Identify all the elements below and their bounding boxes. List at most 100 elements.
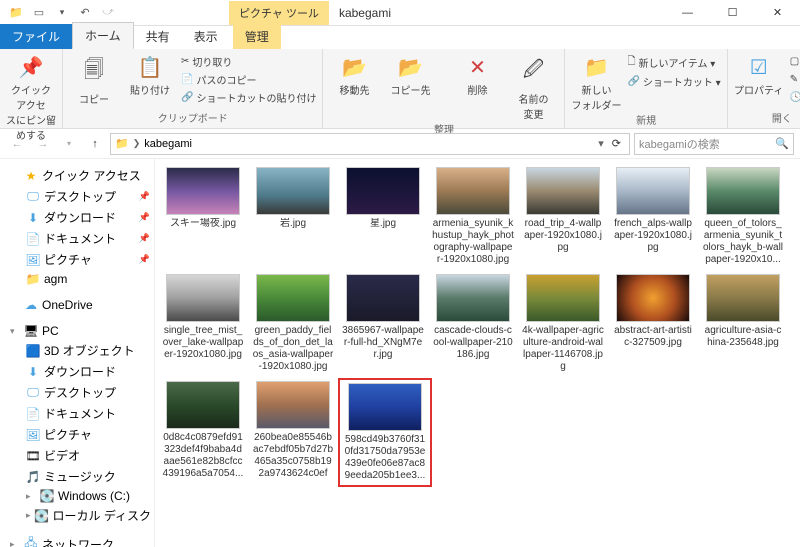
file-thumbnail[interactable]: green_paddy_fields_of_don_det_laos_asia-… [251,274,335,373]
tab-manage[interactable]: 管理 [233,24,281,49]
sidebar-pc-downloads[interactable]: ⬇ダウンロード [0,361,154,382]
main-area: ★クイック アクセス 🖵デスクトップ📌 ⬇ダウンロード📌 📄ドキュメント📌 🖼ピ… [0,159,800,547]
edit-button[interactable]: ✎編集 [790,72,800,87]
refresh-button[interactable]: ⟳ [608,137,625,150]
ribbon-tabs: ファイル ホーム 共有 表示 管理 [0,26,800,49]
sidebar-3d-objects[interactable]: 🟦3D オブジェクト [0,340,154,361]
file-thumbnail[interactable]: 260bea0e85546bac7ebdf05b7d27b465a35c0758… [251,381,335,484]
sidebar-desktop[interactable]: 🖵デスクトップ📌 [0,186,154,207]
back-button[interactable]: ← [6,133,28,155]
sidebar-downloads[interactable]: ⬇ダウンロード📌 [0,207,154,228]
sidebar-pc-videos[interactable]: 🎞ビデオ [0,445,154,466]
sidebar-quick-access[interactable]: ★クイック アクセス [0,165,154,186]
ribbon-group-new: 📁新しい フォルダー 🗋新しいアイテム ▾ 🔗ショートカット ▾ 新規 [565,49,727,128]
file-thumbnail[interactable]: queen_of_tolors_armenia_syunik_tolors_ha… [701,167,785,266]
search-icon: 🔍 [775,137,789,150]
ribbon-group-open: ☑プロパティ ▢開く ▾ ✎編集 🕓履歴 開く [728,49,800,128]
paste-shortcut-button[interactable]: 🔗ショートカットの貼り付け [181,90,316,105]
breadcrumb-folder[interactable]: kabegami [144,138,192,150]
search-placeholder: kabegamiの検索 [639,136,720,152]
sidebar-pc-documents[interactable]: 📄ドキュメント [0,403,154,424]
content-area[interactable]: スキー場夜.jpg岩.jpg 星.jpg armenia_syunik_khustu… [155,159,800,547]
tab-file[interactable]: ファイル [0,24,72,49]
copy-icon: 🗐 [84,55,104,89]
sidebar-pc[interactable]: ▾🖥PC [0,322,154,340]
file-name: green_paddy_fields_of_don_det_laos_asia-… [252,325,334,373]
easy-access-button[interactable]: 🔗ショートカット ▾ [627,74,720,89]
thumbnail-image [616,274,690,322]
thumbnail-image [348,383,422,431]
address-path[interactable]: 📁 ❯ kabegami ▾ ⟳ [110,133,630,155]
sidebar-onedrive[interactable]: ☁OneDrive [0,296,154,314]
sidebar-pc-desktop[interactable]: 🖵デスクトップ [0,382,154,403]
undo-icon[interactable]: ↶ [74,2,96,24]
file-name: 0d8c4c0879efd91323def4f9baba4daae561e82b… [162,432,244,480]
sidebar-drive-e[interactable]: ▸💽ローカル ディスク (E:) [0,505,154,526]
copy-path-button[interactable]: 📄パスのコピー [181,72,316,87]
delete-button[interactable]: ✕削除 [452,51,502,97]
sidebar-drive-c[interactable]: ▸💽Windows (C:) [0,487,154,505]
sidebar-network[interactable]: ▸🖧ネットワーク [0,534,154,547]
forward-button[interactable]: → [32,133,54,155]
file-thumbnail[interactable]: 星.jpg [341,167,425,266]
sidebar-pc-music[interactable]: 🎵ミュージック [0,466,154,487]
file-thumbnail[interactable]: abstract-art-artistic-327509.jpg [611,274,695,373]
file-thumbnail[interactable]: スキー場夜.jpg [161,167,245,266]
pin-icon: 📌 [19,55,44,80]
sidebar-pc-pictures[interactable]: 🖼ピクチャ [0,424,154,445]
file-thumbnail[interactable]: 598cd49b3760f310fd31750da7953e439e0fe06e… [341,381,429,484]
file-thumbnail[interactable]: 3865967-wallpaper-full-hd_XNgM7er.jpg [341,274,425,373]
close-button[interactable]: ✕ [755,0,800,26]
thumbnail-image [166,274,240,322]
qat-dropdown-icon[interactable]: ▾ [51,2,73,24]
file-thumbnail[interactable]: 4k-wallpaper-agriculture-android-wallpap… [521,274,605,373]
file-thumbnail[interactable]: single_tree_mist_over_lake-wallpaper-192… [161,274,245,373]
address-dropdown-icon[interactable]: ▾ [598,137,604,150]
tab-share[interactable]: 共有 [134,24,182,49]
new-folder-button[interactable]: 📁新しい フォルダー [571,51,621,112]
recent-dropdown[interactable]: ▾ [58,133,80,155]
properties-button[interactable]: ☑プロパティ [734,51,784,97]
pic-icon: 🖼 [26,428,40,442]
file-thumbnail[interactable]: cascade-clouds-cool-wallpaper-210186.jpg [431,274,515,373]
window-controls: — ☐ ✕ [665,0,800,26]
thumbnail-image [166,381,240,429]
cut-button[interactable]: ✂切り取り [181,54,316,69]
move-to-button[interactable]: 📂移動先 [329,51,379,97]
contextual-tab-label: ピクチャ ツール [229,1,329,25]
path-icon: 📄 [181,74,193,85]
sidebar-documents[interactable]: 📄ドキュメント📌 [0,228,154,249]
props-icon[interactable]: ▭ [28,2,50,24]
file-thumbnail[interactable]: 岩.jpg [251,167,335,266]
file-name: 星.jpg [342,218,424,230]
rename-button[interactable]: 🖉名前の 変更 [508,51,558,121]
file-thumbnail[interactable]: agriculture-asia-china-235648.jpg [701,274,785,373]
file-thumbnail[interactable]: road_trip_4-wallpaper-1920x1080.jpg [521,167,605,266]
shortcut-icon: 🔗 [181,92,193,103]
copy-to-button[interactable]: 📂コピー先 [385,51,435,97]
sidebar-pictures[interactable]: 🖼ピクチャ📌 [0,249,154,270]
thumbnail-image [256,167,330,215]
open-button[interactable]: ▢開く ▾ [790,54,800,69]
chevron-right-icon[interactable]: ❯ [133,138,141,149]
tab-home[interactable]: ホーム [72,22,134,49]
file-thumbnail[interactable]: french_alps-wallpaper-1920x1080.jpg [611,167,695,266]
file-grid: スキー場夜.jpg岩.jpg 星.jpg armenia_syunik_khustu… [161,167,794,484]
thumbnail-image [166,167,240,215]
folder-icon[interactable]: 📁 [5,2,27,24]
up-button[interactable]: ↑ [84,133,106,155]
file-thumbnail[interactable]: 0d8c4c0879efd91323def4f9baba4daae561e82b… [161,381,245,484]
redo-icon[interactable]: ⤻ [97,2,119,24]
folder-icon: 📁 [115,137,129,150]
file-thumbnail[interactable]: armenia_syunik_khustup_hayk_photography-… [431,167,515,266]
minimize-button[interactable]: — [665,0,710,26]
history-button[interactable]: 🕓履歴 [790,90,800,105]
paste-button[interactable]: 📋貼り付け [125,51,175,97]
maximize-button[interactable]: ☐ [710,0,755,26]
search-input[interactable]: kabegamiの検索 🔍 [634,133,794,155]
pin-quick-access-button[interactable]: 📌 クイック アクセ スにピン留めする [6,51,56,142]
new-item-button[interactable]: 🗋新しいアイテム ▾ [627,54,720,71]
tab-view[interactable]: 表示 [182,24,230,49]
sidebar-agm[interactable]: 📁agm [0,270,154,288]
copy-button[interactable]: 🗐コピー [69,51,119,106]
